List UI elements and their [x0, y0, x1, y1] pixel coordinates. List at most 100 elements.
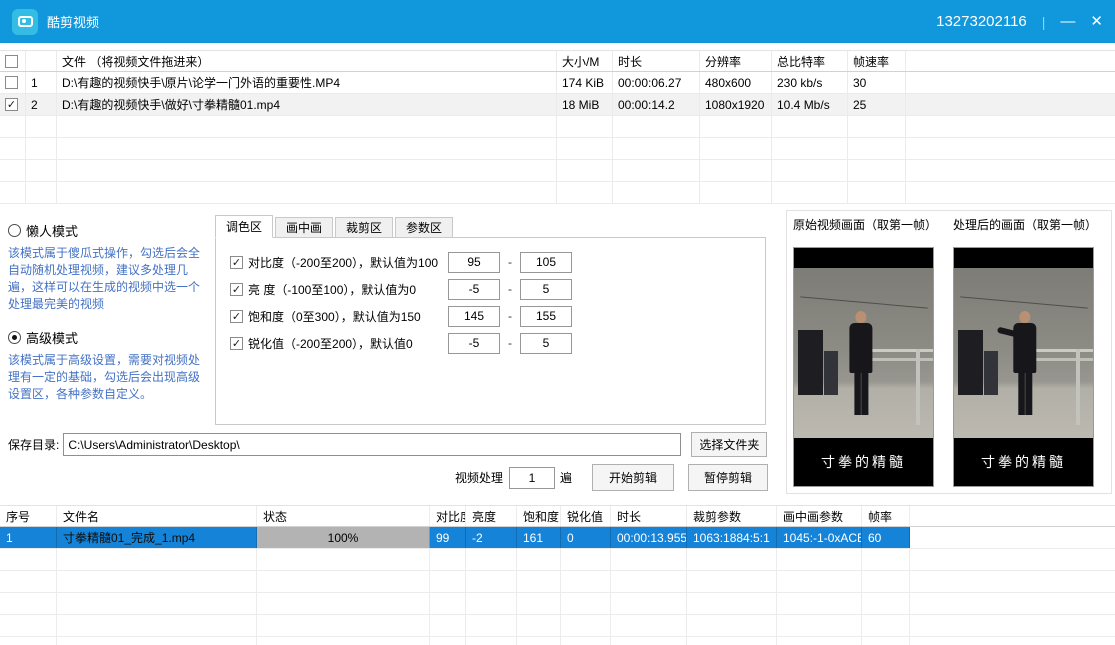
select-all-checkbox[interactable]	[5, 55, 18, 68]
sharpen-checkbox[interactable]	[230, 337, 243, 350]
result-row-selected[interactable]: 1 寸拳精髓01_完成_1.mp4 100% 99 -2 161 0 00:00…	[0, 527, 1115, 549]
empty-row	[0, 637, 1115, 645]
cell-resolution: 1080x1920	[700, 94, 772, 115]
advanced-mode-label: 高级模式	[26, 328, 78, 347]
cell-sharpen: 0	[561, 527, 611, 548]
col-bitrate: 总比特率	[772, 51, 848, 71]
result-table: 序号 文件名 状态 对比度 亮度 饱和度 锐化值 时长 裁剪参数 画中画参数 帧…	[0, 505, 1115, 645]
process-times-unit: 遍	[560, 469, 572, 486]
cell-framerate: 30	[848, 72, 906, 93]
table-row[interactable]: 1 D:\有趣的视频快手\原片\论学一门外语的重要性.MP4 174 KiB 0…	[0, 72, 1115, 94]
empty-row	[0, 549, 1115, 571]
cell-num: 2	[26, 94, 57, 115]
brightness-row: 亮 度（-100至100），默认值为0 -	[230, 278, 765, 300]
file-table-header: 文件 （将视频文件拖进来） 大小/M 时长 分辨率 总比特率 帧速率	[0, 50, 1115, 72]
cell-resolution: 480x600	[700, 72, 772, 93]
cell-file: D:\有趣的视频快手\原片\论学一门外语的重要性.MP4	[57, 72, 557, 93]
file-table: 文件 （将视频文件拖进来） 大小/M 时长 分辨率 总比特率 帧速率 1 D:\…	[0, 50, 1115, 204]
col-brightness: 亮度	[466, 506, 517, 526]
sharpen-label: 锐化值（-200至200），默认值0	[248, 335, 413, 352]
empty-row	[0, 615, 1115, 637]
range-separator: -	[500, 309, 520, 323]
col-resolution: 分辨率	[700, 51, 772, 71]
tab-color[interactable]: 调色区	[215, 215, 273, 238]
save-dir-input[interactable]	[63, 433, 681, 456]
contrast-max-input[interactable]	[520, 252, 572, 273]
start-edit-button[interactable]: 开始剪辑	[592, 464, 674, 491]
cell-file: D:\有趣的视频快手\做好\寸拳精髓01.mp4	[57, 94, 557, 115]
saturation-checkbox[interactable]	[230, 310, 243, 323]
choose-folder-button[interactable]: 选择文件夹	[691, 432, 767, 457]
col-status: 状态	[257, 506, 430, 526]
progress-bar: 100%	[257, 527, 430, 548]
range-separator: -	[500, 255, 520, 269]
sharpen-max-input[interactable]	[520, 333, 572, 354]
col-crop-params: 裁剪参数	[687, 506, 777, 526]
original-preview-image: 寸拳的精髓	[793, 247, 934, 487]
process-controls: 视频处理 遍 开始剪辑 暂停剪辑	[455, 464, 768, 491]
processed-preview-image: 寸拳的精髓	[953, 247, 1094, 487]
saturation-label: 饱和度（0至300），默认值为150	[248, 308, 421, 325]
settings-tabbox: 调色区 画中画 裁剪区 参数区 对比度（-200至200），默认值为100 - …	[215, 215, 766, 425]
title-bar: 酷剪视频 13273202116 | — ✕	[0, 0, 1115, 43]
table-row[interactable]: 2 D:\有趣的视频快手\做好\寸拳精髓01.mp4 18 MiB 00:00:…	[0, 94, 1115, 116]
cell-duration: 00:00:13.955	[611, 527, 687, 548]
mode-panel: 懒人模式 该模式属于傻瓜式操作，勾选后会全自动随机处理视频，建议多处理几遍，这样…	[8, 218, 211, 418]
tab-pip[interactable]: 画中画	[275, 217, 333, 238]
cell-fps: 60	[862, 527, 910, 548]
advanced-mode-radio[interactable]	[8, 331, 21, 344]
video-frame	[954, 268, 1093, 440]
contrast-min-input[interactable]	[448, 252, 500, 273]
cell-num: 1	[26, 72, 57, 93]
sharpen-row: 锐化值（-200至200），默认值0 -	[230, 332, 765, 354]
col-pip-params: 画中画参数	[777, 506, 862, 526]
cell-pip-params: 1045:-1-0xACEE	[777, 527, 862, 548]
cell-size: 174 KiB	[557, 72, 613, 93]
result-table-header: 序号 文件名 状态 对比度 亮度 饱和度 锐化值 时长 裁剪参数 画中画参数 帧…	[0, 505, 1115, 527]
row-checkbox[interactable]	[5, 98, 18, 111]
empty-row	[0, 571, 1115, 593]
brightness-checkbox[interactable]	[230, 283, 243, 296]
contrast-row: 对比度（-200至200），默认值为100 -	[230, 251, 765, 273]
saturation-min-input[interactable]	[448, 306, 500, 327]
cell-framerate: 25	[848, 94, 906, 115]
cell-crop-params: 1063:1884:5:1	[687, 527, 777, 548]
advanced-mode-radio-row[interactable]: 高级模式	[8, 328, 211, 347]
video-frame	[794, 268, 933, 440]
process-times-input[interactable]	[509, 467, 555, 489]
empty-row	[0, 160, 1115, 182]
col-index: 序号	[0, 506, 57, 526]
col-contrast: 对比度	[430, 506, 466, 526]
contrast-checkbox[interactable]	[230, 256, 243, 269]
cell-saturation: 161	[517, 527, 561, 548]
range-separator: -	[500, 336, 520, 350]
video-caption: 寸拳的精髓	[821, 452, 906, 472]
brightness-min-input[interactable]	[448, 279, 500, 300]
brightness-max-input[interactable]	[520, 279, 572, 300]
pause-edit-button[interactable]: 暂停剪辑	[688, 464, 768, 491]
sharpen-min-input[interactable]	[448, 333, 500, 354]
cell-bitrate: 230 kb/s	[772, 72, 848, 93]
person-figure	[848, 311, 874, 421]
video-caption: 寸拳的精髓	[981, 452, 1066, 472]
save-dir-label: 保存目录:	[8, 436, 59, 453]
cell-duration: 00:00:06.27	[613, 72, 700, 93]
contrast-label: 对比度（-200至200），默认值为100	[248, 254, 438, 271]
app-icon	[12, 9, 38, 35]
row-checkbox[interactable]	[5, 76, 18, 89]
saturation-max-input[interactable]	[520, 306, 572, 327]
minimize-button[interactable]: —	[1060, 14, 1075, 29]
empty-row	[0, 182, 1115, 204]
lazy-mode-radio[interactable]	[8, 224, 21, 237]
col-saturation: 饱和度	[517, 506, 561, 526]
tab-params[interactable]: 参数区	[395, 217, 453, 238]
close-button[interactable]: ✕	[1090, 14, 1103, 29]
tab-crop[interactable]: 裁剪区	[335, 217, 393, 238]
cell-index: 1	[0, 527, 57, 548]
person-figure	[1012, 311, 1038, 421]
col-filename: 文件名	[57, 506, 257, 526]
cell-size: 18 MiB	[557, 94, 613, 115]
empty-row	[0, 593, 1115, 615]
lazy-mode-radio-row[interactable]: 懒人模式	[8, 221, 211, 240]
process-times-label: 视频处理	[455, 469, 503, 486]
